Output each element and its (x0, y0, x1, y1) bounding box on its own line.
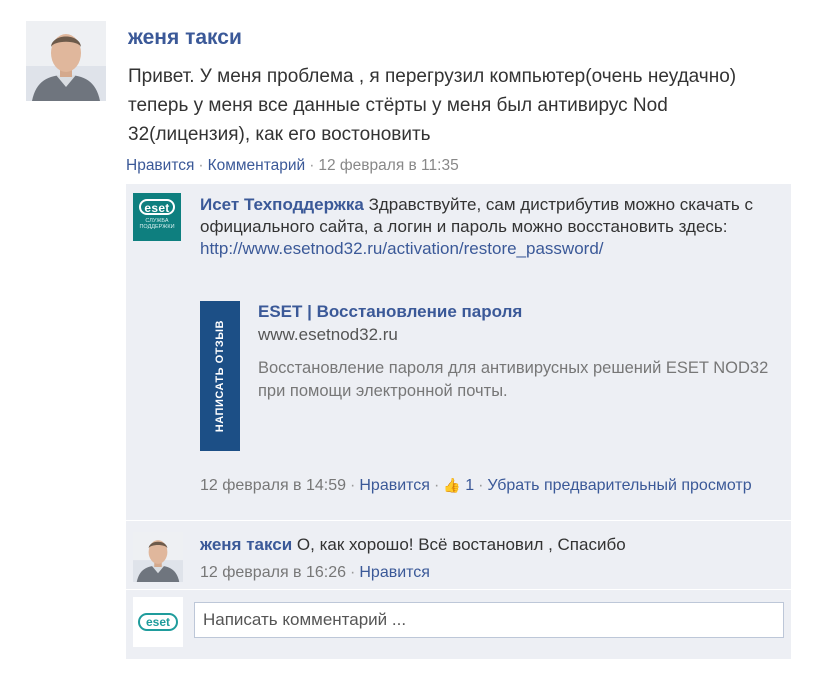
comment-1-like-count[interactable]: 1 (465, 477, 474, 494)
post-author-avatar[interactable] (26, 21, 106, 101)
post-meta: Нравится · Комментарий · 12 февраля в 11:35 (126, 157, 459, 175)
comment-2-avatar[interactable] (133, 532, 183, 582)
preview-feedback-tab-label: НАПИСАТЬ ОТЗЫВ (214, 319, 226, 433)
compose-avatar: eset (133, 597, 183, 647)
comment-1-meta: 12 февраля в 14:59 · Нравится · 👍 1 · Убрать п… (200, 474, 780, 497)
comment-2-author[interactable]: женя такси (200, 535, 292, 554)
separator-dot: · (309, 157, 315, 174)
link-preview[interactable]: НАПИСАТЬ ОТЗЫВ ESET | Восстановление пар… (200, 301, 780, 451)
comment-1-timestamp[interactable]: 12 февраля в 14:59 (200, 477, 346, 494)
preview-title[interactable]: ESET | Восстановление пароля (258, 302, 522, 322)
preview-description: Восстановление пароля для антивирусных р… (258, 359, 769, 400)
person-photo-icon (133, 532, 183, 582)
comment-2-text: О, как хорошо! Всё востановил , Спасибо (296, 535, 626, 554)
comment-divider (126, 589, 791, 590)
eset-logo-icon: eset (139, 199, 175, 215)
comments-section: eset СЛУЖБА ПОДДЕРЖКИ Исет Техподдержка … (126, 184, 791, 659)
post-like-link[interactable]: Нравится (126, 157, 194, 174)
post-text: Привет. У меня проблема , я перегрузил к… (128, 66, 737, 145)
comment-2-timestamp[interactable]: 12 февраля в 16:26 (200, 564, 346, 581)
comment-2-body: женя такси О, как хорошо! Всё востановил… (200, 535, 626, 555)
separator-dot: · (350, 477, 356, 494)
separator-dot: · (433, 477, 440, 494)
comment-1-like-link[interactable]: Нравится (359, 477, 430, 494)
preview-feedback-tab[interactable]: НАПИСАТЬ ОТЗЫВ (200, 301, 240, 451)
post-comment-link[interactable]: Комментарий (208, 157, 306, 174)
person-photo-icon (26, 21, 106, 101)
preview-domain: www.esetnod32.ru (258, 325, 398, 344)
thumbs-up-icon: 👍 (443, 477, 461, 493)
post-author-name[interactable]: женя такси (128, 26, 242, 50)
separator-dot: · (198, 157, 204, 174)
comment-input[interactable] (194, 602, 784, 638)
post-timestamp[interactable]: 12 февраля в 11:35 (318, 157, 458, 174)
separator-dot: · (478, 477, 484, 494)
comment-2-meta: 12 февраля в 16:26 · Нравится (200, 564, 430, 582)
eset-support-avatar[interactable]: eset СЛУЖБА ПОДДЕРЖКИ (133, 193, 181, 241)
comment-1-author[interactable]: Исет Техподдержка (200, 195, 364, 214)
comment-1-link[interactable]: http://www.esetnod32.ru/activation/resto… (200, 239, 604, 258)
comment-2-like-link[interactable]: Нравится (359, 564, 430, 581)
separator-dot: · (350, 564, 356, 581)
eset-avatar-subtext: СЛУЖБА ПОДДЕРЖКИ (139, 218, 175, 230)
comment-divider (126, 520, 791, 521)
comment-1-body: Исет Техподдержка Здравствуйте, сам дист… (200, 194, 775, 260)
eset-logo-icon: eset (138, 613, 178, 631)
remove-preview-link[interactable]: Убрать предварительный просмотр (487, 477, 751, 494)
